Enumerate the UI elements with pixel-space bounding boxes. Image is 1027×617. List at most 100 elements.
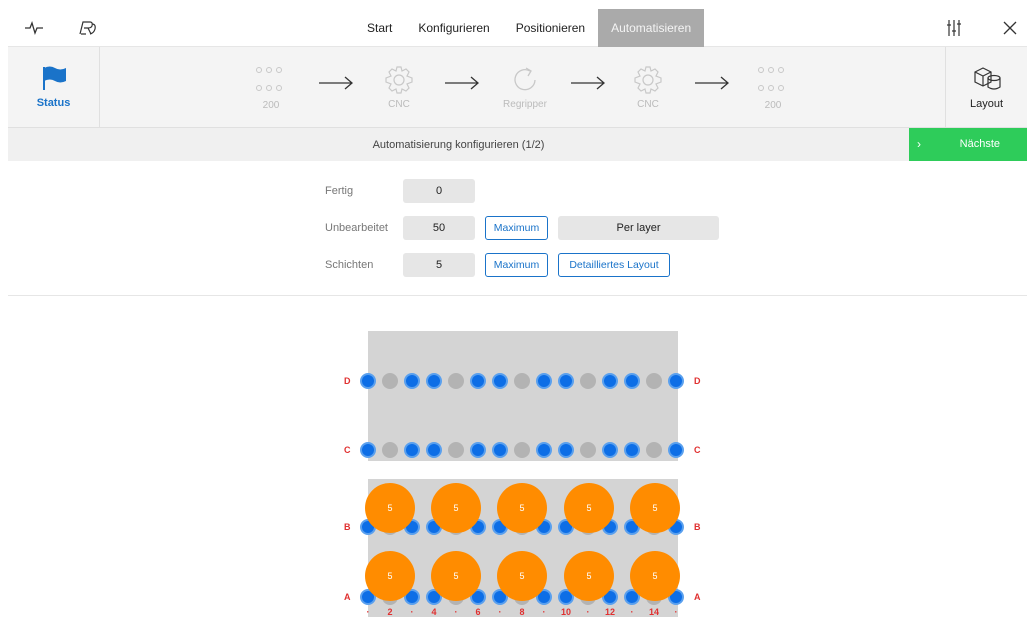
fixture-pin[interactable]: [404, 442, 420, 458]
fixture-pin[interactable]: [382, 373, 398, 389]
next-label: Nächste: [959, 138, 1000, 150]
section-divider: [8, 295, 1027, 296]
row-label-a: A: [344, 592, 351, 602]
per-layer-select[interactable]: Per layer: [558, 216, 719, 240]
workpiece[interactable]: 5: [497, 483, 547, 533]
fixture-pin[interactable]: [470, 373, 486, 389]
column-label: 14: [648, 607, 659, 617]
step-regripper[interactable]: Regripper: [485, 47, 565, 127]
fertig-label: Fertig: [325, 185, 354, 197]
gear-icon: [385, 65, 413, 94]
fixture-pin[interactable]: [602, 373, 618, 389]
column-label: 12: [604, 607, 615, 617]
status-label: Status: [36, 97, 71, 109]
grid-icon: [758, 66, 784, 91]
column-label: ·: [366, 607, 370, 617]
arrow-right-icon: [695, 76, 729, 90]
step-label: 200: [764, 99, 782, 111]
step-label: CNC: [388, 98, 410, 110]
layout-button[interactable]: Layout: [945, 47, 1027, 127]
fixture-pin[interactable]: [536, 442, 552, 458]
fixture-pin[interactable]: [602, 442, 618, 458]
fixture-pin[interactable]: [624, 442, 640, 458]
fixture-pin[interactable]: [382, 442, 398, 458]
pulse-icon[interactable]: [22, 9, 46, 47]
workpiece[interactable]: 5: [564, 483, 614, 533]
column-label: 2: [387, 607, 393, 617]
step-input-grid[interactable]: 200: [231, 47, 311, 127]
fixture-pin[interactable]: [668, 442, 684, 458]
column-label: ·: [630, 607, 634, 617]
fixture-pin[interactable]: [558, 442, 574, 458]
step-cnc-1[interactable]: CNC: [359, 47, 439, 127]
row-label-c-right: C: [694, 445, 701, 455]
close-icon[interactable]: [998, 9, 1022, 47]
fixture-pin[interactable]: [426, 442, 442, 458]
column-label: ·: [586, 607, 590, 617]
detailed-layout-button[interactable]: Detailliertes Layout: [558, 253, 670, 277]
config-title: Automatisierung konfigurieren (1/2): [372, 138, 545, 151]
fixture-pin[interactable]: [404, 373, 420, 389]
workpiece[interactable]: 5: [431, 483, 481, 533]
arrow-right-icon: [445, 76, 479, 90]
tab-konfigurieren[interactable]: Konfigurieren: [405, 9, 502, 47]
unbearbeitet-maximum-button[interactable]: Maximum: [485, 216, 548, 240]
column-label: 8: [519, 607, 525, 617]
workpiece[interactable]: 5: [564, 551, 614, 601]
fixture-pin[interactable]: [580, 442, 596, 458]
workpiece[interactable]: 5: [431, 551, 481, 601]
fixture-pin[interactable]: [492, 373, 508, 389]
column-label: ·: [454, 607, 458, 617]
fixture-pin[interactable]: [580, 373, 596, 389]
workpiece[interactable]: 5: [365, 551, 415, 601]
fixture-pin[interactable]: [668, 373, 684, 389]
step-cnc-2[interactable]: CNC: [608, 47, 688, 127]
fixture-pin[interactable]: [624, 373, 640, 389]
fixture-pin[interactable]: [448, 373, 464, 389]
fixture-pin[interactable]: [514, 442, 530, 458]
row-label-b: B: [344, 522, 351, 532]
schichten-label: Schichten: [325, 259, 374, 271]
unbearbeitet-label: Unbearbeitet: [325, 222, 388, 234]
grid-icon: [256, 66, 282, 91]
column-label: ·: [542, 607, 546, 617]
fixture-pin[interactable]: [360, 442, 376, 458]
fixture-pin[interactable]: [492, 442, 508, 458]
row-label-d: D: [344, 376, 351, 386]
next-button[interactable]: › Nächste: [909, 128, 1027, 161]
unbearbeitet-input[interactable]: 50: [403, 216, 475, 240]
fixture-pin[interactable]: [448, 442, 464, 458]
main-tabs: Start Konfigurieren Positionieren Automa…: [354, 9, 705, 47]
layout-label: Layout: [969, 98, 1004, 110]
schichten-maximum-button[interactable]: Maximum: [485, 253, 548, 277]
step-label: CNC: [637, 98, 659, 110]
rotate-icon: [514, 66, 536, 90]
column-label: ·: [498, 607, 502, 617]
schichten-input[interactable]: 5: [403, 253, 475, 277]
row-label-b-right: B: [694, 522, 701, 532]
step-output-grid[interactable]: 200: [733, 47, 813, 127]
row-label-a-right: A: [694, 592, 701, 602]
fixture-pin[interactable]: [536, 373, 552, 389]
workpiece[interactable]: 5: [365, 483, 415, 533]
workpiece[interactable]: 5: [497, 551, 547, 601]
tab-start[interactable]: Start: [354, 9, 405, 47]
row-label-c: C: [344, 445, 351, 455]
status-button[interactable]: Status: [8, 47, 100, 127]
fixture-pin[interactable]: [426, 373, 442, 389]
fixture-pin[interactable]: [646, 373, 662, 389]
fixture-pin[interactable]: [360, 373, 376, 389]
workpiece[interactable]: 5: [630, 551, 680, 601]
workpiece[interactable]: 5: [630, 483, 680, 533]
fixture-pin[interactable]: [558, 373, 574, 389]
sliders-icon[interactable]: [942, 9, 966, 47]
column-label: ·: [674, 607, 678, 617]
fixture-pin[interactable]: [470, 442, 486, 458]
fertig-input[interactable]: 0: [403, 179, 475, 203]
robot-logo-icon[interactable]: [74, 9, 100, 47]
fixture-pin[interactable]: [514, 373, 530, 389]
fixture-pin[interactable]: [646, 442, 662, 458]
tab-positionieren[interactable]: Positionieren: [503, 9, 598, 47]
tab-automatisieren[interactable]: Automatisieren: [598, 9, 705, 47]
arrow-right-icon: [319, 76, 353, 90]
